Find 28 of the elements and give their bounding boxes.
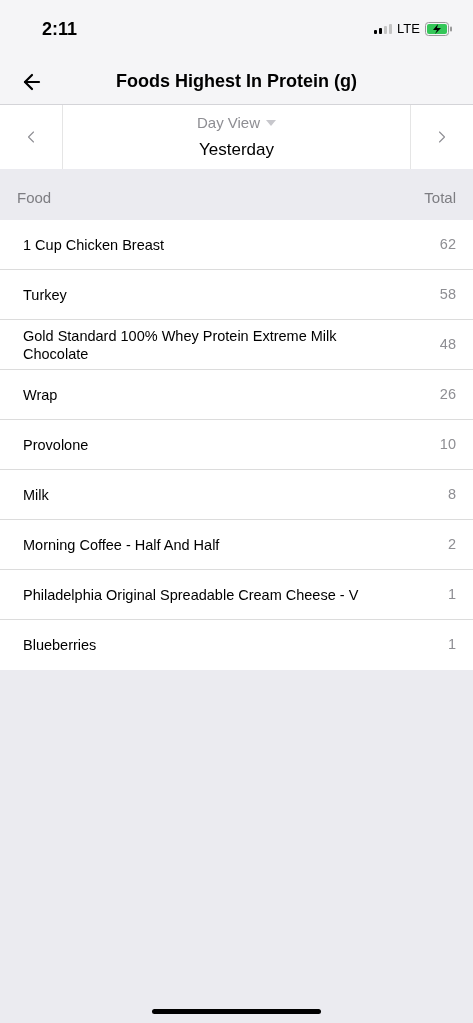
food-name: Turkey — [23, 285, 67, 304]
battery-charging-icon — [425, 22, 453, 36]
view-dropdown[interactable]: Day View — [196, 112, 277, 135]
food-name: Philadelphia Original Spreadable Cream Cheese - V — [23, 585, 359, 604]
caret-down-icon — [266, 120, 277, 127]
page-title: Foods Highest In Protein (g) — [116, 69, 357, 93]
food-name: 1 Cup Chicken Breast — [23, 235, 165, 254]
signal-icon — [374, 24, 393, 34]
protein-total: 10 — [439, 434, 456, 454]
column-header: Food — [17, 187, 52, 208]
protein-total: 2 — [447, 534, 456, 554]
protein-total: 48 — [439, 334, 456, 354]
protein-total: 62 — [439, 234, 456, 254]
status-time: 2:11 — [42, 17, 78, 41]
food-name: Milk — [23, 485, 49, 504]
protein-total: 8 — [447, 484, 456, 504]
food-name: Wrap — [23, 385, 58, 404]
column-header: Total — [424, 187, 456, 208]
network-label: LTE — [397, 20, 420, 39]
protein-total: 1 — [447, 584, 456, 604]
protein-total: 1 — [447, 635, 456, 655]
protein-total: 58 — [439, 284, 456, 304]
food-name: Gold Standard 100% Whey Protein Extreme Milk Chocolate — [23, 326, 338, 363]
food-name: Provolone — [23, 435, 89, 454]
protein-total: 26 — [439, 384, 456, 404]
selected-date: Yesterday — [199, 138, 274, 161]
food-name: Morning Coffee - Half And Half — [23, 535, 220, 554]
food-name: Blueberries — [23, 636, 97, 654]
